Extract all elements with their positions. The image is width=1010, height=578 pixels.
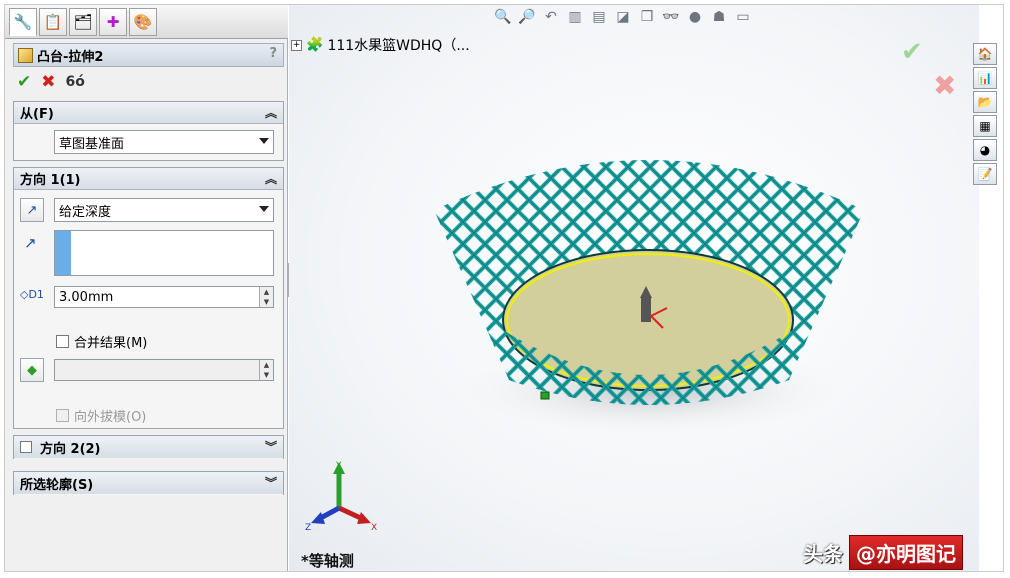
file-explorer-icon[interactable]: 📂 [973,91,997,113]
feature-title-bar: 凸台-拉伸2 ? [13,43,284,67]
confirm-cancel-icon[interactable]: ✖ [933,69,956,102]
help-button[interactable]: ? [269,46,277,61]
selection-highlight [55,231,71,275]
depth-value: 3.00mm [59,289,114,305]
resources-icon[interactable]: 📊 [973,67,997,89]
apply-scene-icon[interactable]: ☗ [710,9,728,25]
selection-marker-icon[interactable] [540,391,550,400]
cancel-button[interactable]: ✖ [41,72,55,92]
confirm-ok-icon[interactable]: ✔ [901,37,923,67]
fruit-basket-model [434,160,864,440]
section-view-icon[interactable]: ▥ [566,9,584,25]
display-style-icon[interactable]: ❒ [638,9,656,25]
draft-outward-label: 向外拔模(O) [74,410,147,425]
depth-spinner[interactable]: ▲ ▼ [259,287,273,307]
view-settings-icon[interactable]: ▭ [734,9,752,25]
direction1-group-header[interactable]: 方向 1(1) ︽ [14,168,283,190]
part-name: 111水果篮WDHQ（... [327,38,470,54]
watermark-name: @亦明图记 [849,535,963,570]
chevron-down-icon [259,206,269,212]
ok-button[interactable]: ✔ [17,72,31,92]
task-pane-tabs: 🏠 📊 📂 ▦ ◕ 📝 [973,43,1001,193]
home-icon[interactable]: 🏠 [973,43,997,65]
view-palette-icon[interactable]: ▦ [973,115,997,137]
triad-x-label: X [371,523,377,533]
triad-z-label: Z [305,523,311,533]
start-condition-select[interactable]: 草图基准面 [54,130,274,154]
checkbox-box[interactable] [56,335,69,348]
direction1-group: 方向 1(1) ︽ ↗ 给定深度 ↗ ◇D1 3.00mm ▲ ▼ 合并结果(M)… [13,167,284,429]
depth-icon: ◇D1 [20,288,44,301]
zoom-to-area-icon[interactable]: 🔎 [518,9,536,25]
detailed-preview-button[interactable]: 6ó [66,74,85,90]
panel-tab-strip: 🔧 📋 🗂 ✚ 🎨 [5,5,288,39]
from-group: 从(F) ︽ 草图基准面 [13,101,284,161]
flyout-tree-root[interactable]: + 🧩 111水果篮WDHQ（... [291,35,470,55]
reference-triad: Y X Z [305,461,377,533]
feature-title: 凸台-拉伸2 [37,49,104,65]
merge-result-checkbox[interactable]: 合并结果(M) [56,332,147,351]
watermark-prefix: 头条 [803,542,843,566]
collapse-icon[interactable]: ︽ [265,104,277,121]
from-group-title: 从(F) [20,107,54,122]
watermark: 头条 @亦明图记 [803,535,963,570]
appearances-icon[interactable]: ◕ [973,139,997,161]
hide-show-items-icon[interactable]: 👓 [662,9,680,25]
direction2-group: 方向 2(2) ︾ [13,435,284,459]
from-group-header[interactable]: 从(F) ︽ [14,102,283,124]
property-manager-icon[interactable]: 📋 [39,8,67,36]
display-manager-icon[interactable]: 🎨 [129,8,157,36]
expand-icon[interactable]: + [291,39,302,51]
collapse-icon[interactable]: ︽ [265,170,277,187]
custom-properties-icon[interactable]: 📝 [973,163,997,185]
feature-manager-icon[interactable]: 🔧 [9,8,37,36]
draft-angle-input[interactable]: ▲ ▼ [54,359,274,381]
view-orientation-name: *等轴测 [301,552,354,570]
end-condition-value: 给定深度 [59,204,112,220]
selected-contours-header[interactable]: 所选轮廓(S) ︾ [14,472,283,494]
heads-up-view-toolbar: 🔍 🔎 ↶ ▥ ▤ ◪ ❒ 👓 ● ☗ ▭ [494,9,752,25]
part-icon: 🧩 [306,37,324,53]
expand-icon[interactable]: ︾ [265,438,277,455]
direction-vector-list[interactable] [54,230,274,276]
zoom-to-fit-icon[interactable]: 🔍 [494,9,512,25]
draft-icon[interactable]: ◆ [20,358,44,382]
end-condition-select[interactable]: 给定深度 [54,198,274,222]
view-orientation-icon[interactable]: ◪ [614,9,632,25]
direction-vector-icon: ↗ [24,234,37,252]
edit-appearance-icon[interactable]: ● [686,9,704,25]
previous-view-icon[interactable]: ↶ [542,9,560,25]
depth-input[interactable]: 3.00mm ▲ ▼ [54,286,274,308]
start-condition-value: 草图基准面 [59,136,125,152]
direction1-title: 方向 1(1) [20,173,81,188]
triad-y-label: Y [335,461,342,471]
boss-extrude-icon [18,47,33,63]
draft-spinner[interactable]: ▲ ▼ [259,360,273,380]
action-buttons: ✔ ✖ 6ó [17,71,85,93]
dynamic-annotation-icon[interactable]: ▤ [590,9,608,25]
selected-contours-group: 所选轮廓(S) ︾ [13,471,284,495]
configuration-manager-icon[interactable]: 🗂 [69,8,97,36]
property-manager-panel: 🔧 📋 🗂 ✚ 🎨 凸台-拉伸2 ? ✔ ✖ 6ó 从(F) ︽ 草图基准面 方… [5,5,288,571]
merge-result-label: 合并结果(M) [74,336,148,351]
graphics-area[interactable]: 🔍 🔎 ↶ ▥ ▤ ◪ ❒ 👓 ● ☗ ▭ + 🧩 111水果篮WDHQ（...… [289,5,979,571]
selected-contours-title: 所选轮廓(S) [20,477,94,493]
direction2-checkbox[interactable] [20,441,32,453]
chevron-down-icon [259,138,269,144]
checkbox-box[interactable] [56,409,69,422]
direction2-group-header[interactable]: 方向 2(2) ︾ [14,436,283,458]
solidworks-window: 🔧 📋 🗂 ✚ 🎨 凸台-拉伸2 ? ✔ ✖ 6ó 从(F) ︽ 草图基准面 方… [4,4,1004,572]
expand-icon[interactable]: ︾ [265,474,277,491]
reverse-direction-icon[interactable]: ↗ [20,198,44,222]
direction2-title: 方向 2(2) [40,441,101,457]
dimxpert-icon[interactable]: ✚ [99,8,127,36]
draft-outward-checkbox[interactable]: 向外拔模(O) [56,406,146,425]
